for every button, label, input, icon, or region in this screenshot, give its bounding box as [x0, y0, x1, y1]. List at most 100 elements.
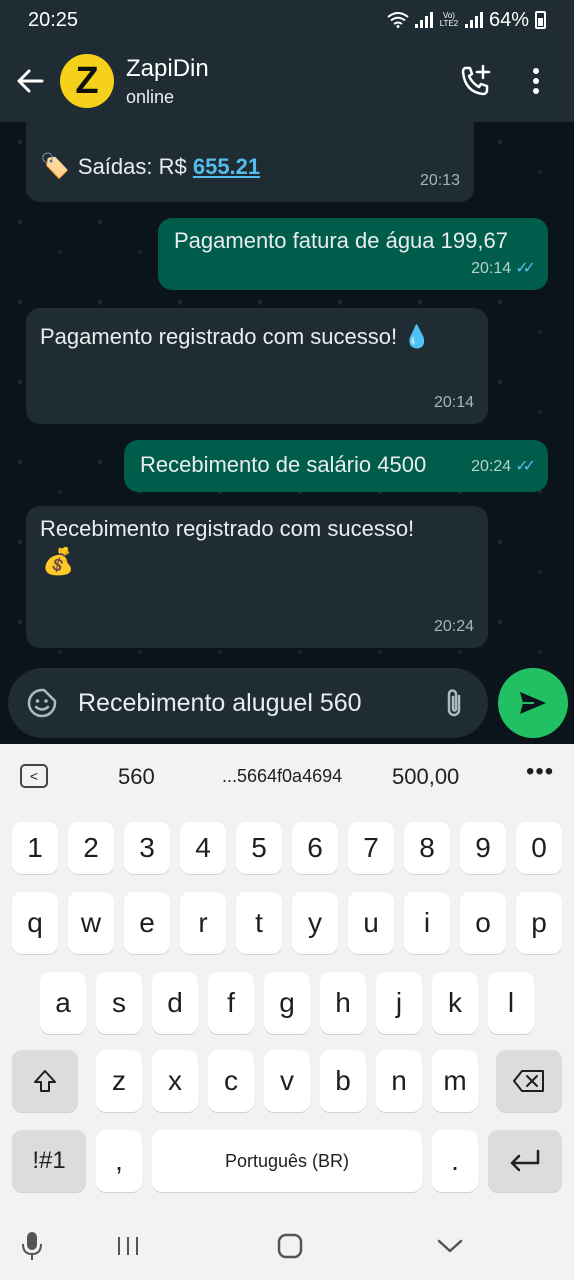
key-a[interactable]: a [40, 972, 86, 1034]
sticker-button[interactable] [22, 683, 62, 723]
key-z[interactable]: z [96, 1050, 142, 1112]
key-o[interactable]: o [460, 892, 506, 954]
phone-plus-icon [461, 64, 491, 96]
message-text: Recebimento registrado com sucesso! [40, 516, 415, 541]
back-button[interactable] [6, 57, 54, 105]
symbols-key[interactable]: !#1 [12, 1130, 86, 1192]
message-time: 20:14 [433, 394, 474, 411]
period-key[interactable]: . [432, 1130, 478, 1192]
suggestion-item[interactable]: 500,00 [392, 764, 459, 790]
attach-button[interactable] [438, 683, 470, 723]
home-button[interactable] [270, 1228, 310, 1264]
key-3[interactable]: 3 [124, 822, 170, 874]
message-text: Recebimento de salário 4500 [140, 452, 427, 477]
key-2[interactable]: 2 [68, 822, 114, 874]
more-suggestions-button[interactable]: ••• [526, 758, 554, 786]
key-y[interactable]: y [292, 892, 338, 954]
recent-apps-button[interactable] [108, 1228, 148, 1264]
key-e[interactable]: e [124, 892, 170, 954]
message-time: 20:24 [471, 458, 512, 475]
message-text: Pagamento fatura de água 199,67 [174, 228, 508, 253]
hide-keyboard-button[interactable] [430, 1228, 470, 1264]
key-t[interactable]: t [236, 892, 282, 954]
key-h[interactable]: h [320, 972, 366, 1034]
key-8[interactable]: 8 [404, 822, 450, 874]
keyboard-collapse-button[interactable]: < [20, 764, 48, 788]
message-outgoing[interactable]: Pagamento fatura de água 199,67 20:14 ✓✓ [158, 218, 548, 290]
key-q[interactable]: q [12, 892, 58, 954]
message-text: Pagamento registrado com sucesso! 💧 [40, 324, 431, 349]
key-m[interactable]: m [432, 1050, 478, 1112]
key-p[interactable]: p [516, 892, 562, 954]
key-7[interactable]: 7 [348, 822, 394, 874]
more-options-button[interactable] [516, 61, 556, 101]
backspace-key[interactable] [496, 1050, 562, 1112]
composer-row: Recebimento aluguel 560 [0, 664, 574, 744]
battery-percent: 64% [488, 8, 529, 31]
key-u[interactable]: u [348, 892, 394, 954]
key-x[interactable]: x [152, 1050, 198, 1112]
message-time: 20:14 [471, 260, 512, 277]
kebab-menu-icon [533, 68, 539, 94]
suggestion-item[interactable]: ...5664f0a4694 [222, 766, 342, 787]
key-1[interactable]: 1 [12, 822, 58, 874]
status-icons: Vo) LTE2 64% [387, 9, 546, 32]
message-time: 20:24 [433, 618, 474, 635]
contact-name: ZapiDin [126, 54, 209, 82]
shift-icon [34, 1070, 56, 1092]
recents-icon [118, 1237, 138, 1255]
send-button[interactable] [498, 668, 568, 738]
message-incoming[interactable]: Pagamento registrado com sucesso! 💧 20:1… [26, 308, 488, 424]
key-f[interactable]: f [208, 972, 254, 1034]
key-g[interactable]: g [264, 972, 310, 1034]
microphone-icon [22, 1232, 42, 1260]
wifi-icon [387, 12, 409, 28]
key-0[interactable]: 0 [516, 822, 562, 874]
key-4[interactable]: 4 [180, 822, 226, 874]
enter-icon [510, 1149, 540, 1172]
add-call-button[interactable] [456, 61, 496, 101]
chat-wallpaper [0, 122, 574, 744]
avatar[interactable]: Z [54, 54, 120, 108]
contact-status: online [126, 86, 175, 107]
navigation-bar [0, 1214, 574, 1280]
chat-area[interactable]: 🏷️ Saídas: R$ 655.21 20:13 Pagamento fat… [0, 122, 574, 744]
message-incoming[interactable]: 🏷️ Saídas: R$ 655.21 20:13 [26, 122, 474, 202]
key-v[interactable]: v [264, 1050, 310, 1112]
status-time: 20:25 [28, 8, 79, 31]
key-9[interactable]: 9 [460, 822, 506, 874]
comma-key[interactable]: , [96, 1130, 142, 1192]
key-r[interactable]: r [180, 892, 226, 954]
message-input-text[interactable]: Recebimento aluguel 560 [78, 689, 362, 718]
arrow-left-icon [17, 69, 44, 93]
voice-input-button[interactable] [12, 1228, 52, 1264]
contact-info[interactable]: ZapiDin online [126, 55, 209, 108]
key-c[interactable]: c [208, 1050, 254, 1112]
backspace-icon [513, 1070, 544, 1092]
key-d[interactable]: d [152, 972, 198, 1034]
key-i[interactable]: i [404, 892, 450, 954]
key-k[interactable]: k [432, 972, 478, 1034]
space-key[interactable]: Português (BR) [152, 1130, 422, 1192]
message-text: Saídas: R$ [77, 154, 193, 179]
key-w[interactable]: w [68, 892, 114, 954]
key-s[interactable]: s [96, 972, 142, 1034]
key-5[interactable]: 5 [236, 822, 282, 874]
message-outgoing[interactable]: Recebimento de salário 4500 20:24 ✓✓ [124, 440, 548, 492]
message-link[interactable]: 655.21 [193, 152, 260, 182]
key-l[interactable]: l [488, 972, 534, 1034]
volte-label: Vo) LTE2 [439, 11, 459, 28]
enter-key[interactable] [488, 1130, 562, 1192]
key-n[interactable]: n [376, 1050, 422, 1112]
key-b[interactable]: b [320, 1050, 366, 1112]
key-6[interactable]: 6 [292, 822, 338, 874]
send-icon [520, 692, 546, 714]
shift-key[interactable] [12, 1050, 78, 1112]
message-input[interactable]: Recebimento aluguel 560 [8, 668, 488, 738]
key-j[interactable]: j [376, 972, 422, 1034]
message-time: 20:13 [419, 172, 460, 189]
message-incoming[interactable]: Recebimento registrado com sucesso! 💰 20… [26, 506, 488, 648]
suggestion-item[interactable]: 560 [118, 764, 155, 790]
paperclip-icon [447, 689, 461, 717]
keyboard: < 560 ...5664f0a4694 500,00 ••• 1 2 3 4 … [0, 744, 574, 1214]
